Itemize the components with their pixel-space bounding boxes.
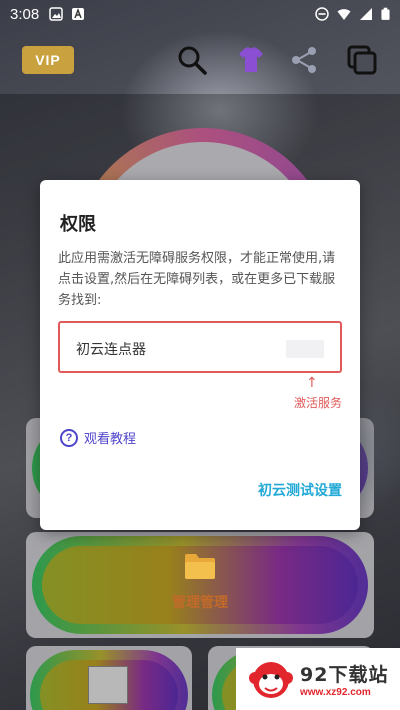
status-right-icons — [315, 7, 390, 21]
folder-icon — [185, 554, 215, 579]
up-arrow-icon: ↑ — [306, 375, 318, 391]
search-icon[interactable] — [176, 44, 208, 76]
status-bar: 3:08 — [0, 0, 400, 28]
gallery-notification-icon — [49, 7, 63, 21]
shirt-icon[interactable] — [235, 44, 267, 76]
service-toggle[interactable] — [286, 340, 324, 358]
files-manage-label: 管理管理 — [172, 595, 228, 611]
activate-service-hint: 激活服务 — [294, 396, 343, 410]
help-icon: ? — [60, 428, 78, 447]
monkey-logo-icon — [249, 662, 293, 698]
share-icon[interactable] — [288, 44, 320, 76]
multi-window-icon[interactable] — [346, 44, 378, 76]
watch-tutorial-link[interactable]: ? 观看教程 — [60, 428, 136, 447]
watermark-title: 92下载站 — [300, 664, 389, 686]
battery-icon — [381, 7, 390, 20]
signal-icon — [360, 8, 372, 20]
do-not-disturb-icon — [315, 7, 329, 21]
dialog-message: 此应用需激活无障碍服务权限，才能正常使用,请点击设置,然后在无障碍列表，或在更多… — [58, 251, 336, 308]
accessibility-service-item[interactable]: 初云连点器 — [58, 321, 342, 373]
permission-dialog: 权限 此应用需激活无障碍服务权限，才能正常使用,请点击设置,然后在无障碍列表，或… — [40, 180, 360, 530]
vip-button[interactable]: VIP — [22, 46, 74, 74]
tutorial-label: 观看教程 — [84, 432, 137, 447]
site-watermark: 92下载站 www.xz92.com — [236, 648, 400, 710]
service-name: 初云连点器 — [76, 342, 146, 358]
test-settings-button[interactable]: 初云测试设置 — [258, 480, 342, 500]
watermark-url: www.xz92.com — [300, 687, 371, 698]
status-time: 3:08 — [10, 5, 40, 23]
vip-label: VIP — [35, 52, 61, 68]
font-notification-icon — [72, 8, 85, 20]
wifi-icon — [337, 9, 351, 20]
dialog-title: 权限 — [60, 214, 96, 235]
